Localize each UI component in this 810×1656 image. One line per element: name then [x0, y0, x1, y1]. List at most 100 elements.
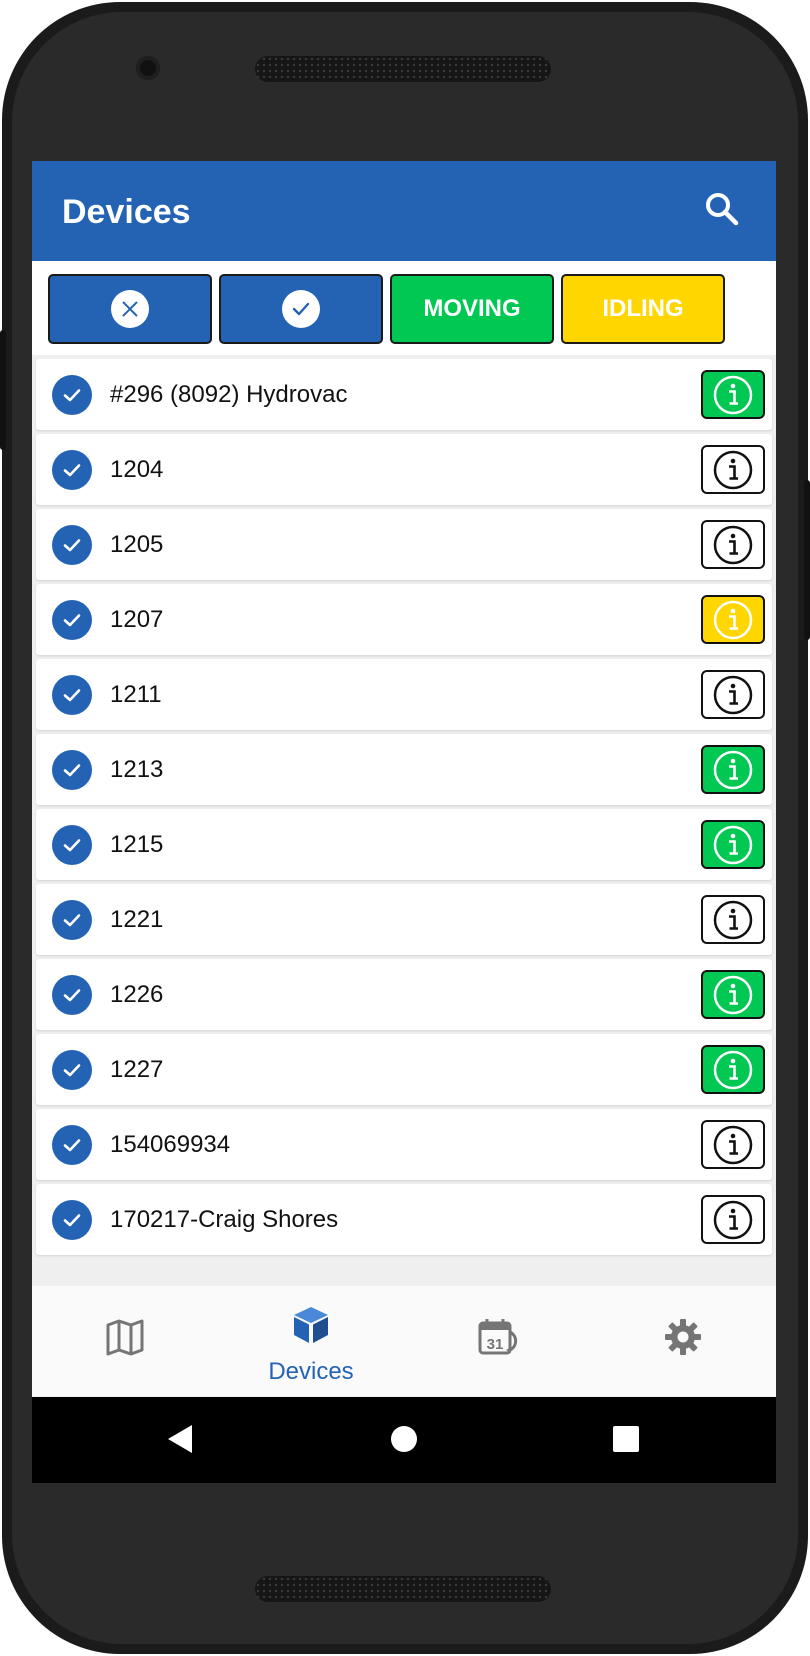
info-icon	[713, 750, 753, 789]
app-bar: Devices	[32, 161, 776, 261]
device-info-button[interactable]	[701, 520, 765, 569]
device-checkbox[interactable]	[52, 975, 92, 1015]
device-row[interactable]: 1205	[36, 509, 772, 580]
device-info-button[interactable]	[701, 445, 765, 494]
device-checkbox[interactable]	[52, 825, 92, 865]
check-icon	[63, 1064, 81, 1077]
device-row[interactable]: #296 (8092) Hydrovac	[36, 359, 772, 430]
check-icon	[63, 914, 81, 927]
device-info-button[interactable]	[701, 370, 765, 419]
device-name: 1213	[110, 756, 164, 783]
nav-map[interactable]	[32, 1286, 218, 1396]
device-row[interactable]: 1213	[36, 734, 772, 805]
device-checkbox[interactable]	[52, 600, 92, 640]
device-name: 1205	[110, 531, 164, 558]
device-info-button[interactable]	[701, 895, 765, 944]
back-icon[interactable]	[162, 1419, 202, 1459]
nav-devices[interactable]: Devices	[218, 1286, 404, 1396]
device-row[interactable]: 1227	[36, 1034, 772, 1105]
nav-settings[interactable]	[590, 1286, 776, 1396]
clear-all-filter-button[interactable]	[48, 274, 212, 344]
nav-history[interactable]: 31	[404, 1286, 590, 1396]
cube-icon	[294, 1307, 328, 1343]
moving-filter-label: MOVING	[423, 295, 521, 322]
device-checkbox[interactable]	[52, 525, 92, 565]
calendar-icon: 31	[478, 1319, 518, 1355]
top-speaker	[255, 56, 551, 82]
device-info-button[interactable]	[701, 745, 765, 794]
check-icon	[63, 1139, 81, 1152]
device-info-button[interactable]	[701, 820, 765, 869]
info-icon	[713, 450, 753, 489]
info-icon	[713, 825, 753, 864]
device-info-button[interactable]	[701, 670, 765, 719]
check-icon	[63, 839, 81, 852]
bottom-speaker	[255, 1576, 551, 1602]
device-row[interactable]: 1207	[36, 584, 772, 655]
device-info-button[interactable]	[701, 1195, 765, 1244]
search-button[interactable]	[702, 189, 742, 229]
check-icon	[292, 302, 310, 316]
device-name: 1221	[110, 906, 164, 933]
calendar-day: 31	[487, 1336, 504, 1353]
device-name: 1226	[110, 981, 164, 1008]
device-row[interactable]: 1215	[36, 809, 772, 880]
x-icon	[122, 301, 138, 317]
idling-filter-label: IDLING	[602, 295, 684, 322]
device-name: 1207	[110, 606, 164, 633]
nav-devices-label: Devices	[268, 1358, 354, 1385]
check-icon	[63, 389, 81, 402]
device-checkbox[interactable]	[52, 1050, 92, 1090]
device-checkbox[interactable]	[52, 900, 92, 940]
device-row[interactable]: 1221	[36, 884, 772, 955]
map-icon	[106, 1319, 144, 1356]
check-icon	[63, 539, 81, 552]
device-row[interactable]: 170217-Craig Shores	[36, 1184, 772, 1255]
device-checkbox[interactable]	[52, 750, 92, 790]
info-icon	[713, 1125, 753, 1164]
device-info-button[interactable]	[701, 1120, 765, 1169]
page-title: Devices	[62, 193, 191, 231]
system-navigation-bar	[32, 1397, 776, 1483]
device-name: 170217-Craig Shores	[110, 1206, 339, 1233]
device-checkbox[interactable]	[52, 375, 92, 415]
check-icon	[63, 464, 81, 477]
home-icon[interactable]	[384, 1419, 424, 1459]
device-row[interactable]: 1204	[36, 434, 772, 505]
device-info-button[interactable]	[701, 970, 765, 1019]
info-icon	[713, 1200, 753, 1239]
check-icon	[63, 1214, 81, 1227]
select-all-filter-button[interactable]	[219, 274, 383, 344]
check-icon	[63, 989, 81, 1002]
info-icon	[713, 900, 753, 939]
device-row[interactable]: 1211	[36, 659, 772, 730]
device-info-button[interactable]	[701, 1045, 765, 1094]
info-icon	[713, 375, 753, 414]
device-checkbox[interactable]	[52, 675, 92, 715]
volume-button	[0, 330, 6, 450]
moving-filter-button[interactable]: MOVING	[390, 274, 554, 344]
device-row[interactable]: 1226	[36, 959, 772, 1030]
device-list[interactable]: #296 (8092) Hydrovac 1204 1205 1207 1211 1213…	[32, 359, 776, 1284]
filter-bar: MOVING IDLING	[32, 261, 776, 355]
check-icon	[63, 689, 81, 702]
info-icon	[713, 525, 753, 564]
device-name: 1215	[110, 831, 164, 858]
screen: Devices MOVING IDLING #296 (8092) Hydrova…	[32, 161, 776, 1483]
recents-icon[interactable]	[606, 1419, 646, 1459]
device-checkbox[interactable]	[52, 1125, 92, 1165]
check-icon	[63, 764, 81, 777]
search-icon	[706, 193, 739, 226]
info-icon	[713, 975, 753, 1014]
device-checkbox[interactable]	[52, 450, 92, 490]
idling-filter-button[interactable]: IDLING	[561, 274, 725, 344]
gear-icon	[665, 1319, 701, 1355]
device-name: #296 (8092) Hydrovac	[110, 381, 348, 408]
device-checkbox[interactable]	[52, 1200, 92, 1240]
device-name: 1211	[110, 681, 162, 708]
device-name: 1227	[110, 1056, 164, 1083]
device-row[interactable]: 154069934	[36, 1109, 772, 1180]
device-name: 1204	[110, 456, 164, 483]
device-info-button[interactable]	[701, 595, 765, 644]
info-icon	[713, 600, 753, 639]
